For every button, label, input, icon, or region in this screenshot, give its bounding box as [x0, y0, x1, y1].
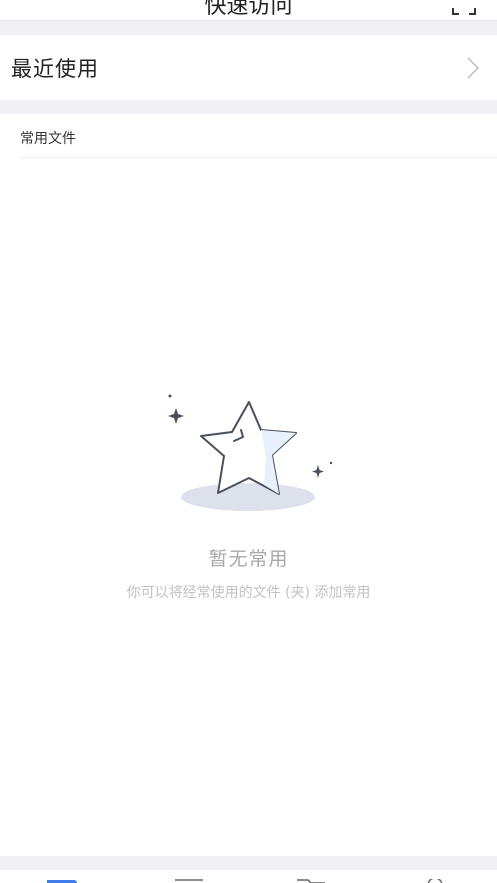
document-icon[interactable]	[174, 879, 204, 883]
bottom-tab-bar	[0, 870, 497, 883]
chevron-right-icon	[467, 57, 479, 79]
recent-files-row[interactable]: 最近使用	[0, 35, 497, 100]
favorites-section-header: 常用文件	[0, 114, 497, 158]
recent-files-label: 最近使用	[11, 57, 99, 81]
favorites-section-label: 常用文件	[20, 131, 76, 147]
quick-access-icon[interactable]	[47, 879, 77, 883]
divider	[20, 157, 497, 158]
separator	[0, 856, 497, 870]
profile-icon[interactable]	[420, 879, 450, 883]
empty-star-illustration	[168, 394, 333, 511]
separator	[0, 100, 497, 114]
page-title: 快速访问	[204, 0, 293, 19]
top-bar: 快速访问	[0, 0, 497, 21]
empty-state-title: 暂无常用	[208, 548, 289, 570]
separator	[0, 21, 497, 35]
folder-icon[interactable]	[296, 879, 326, 883]
scan-icon[interactable]	[451, 0, 477, 16]
empty-state-subtitle: 你可以将经常使用的文件 (夹) 添加常用	[126, 585, 371, 601]
